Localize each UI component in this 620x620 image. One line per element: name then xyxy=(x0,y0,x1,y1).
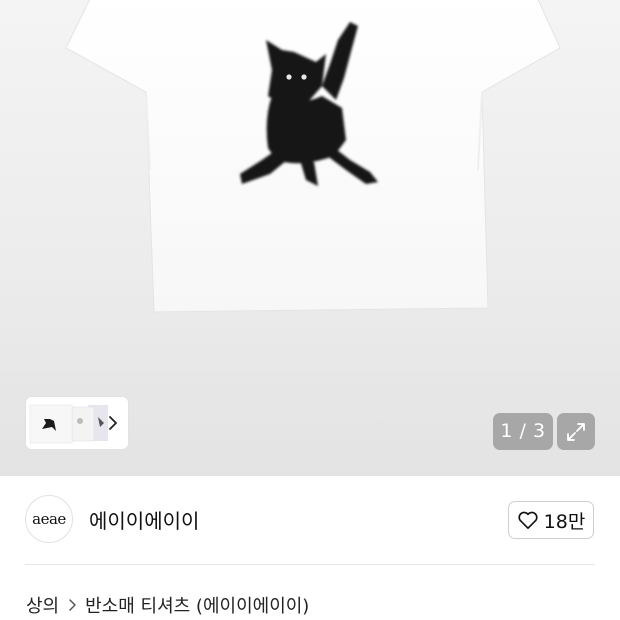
like-count: 18만 xyxy=(543,510,586,533)
thumbnail-strip[interactable] xyxy=(26,397,128,449)
chevron-right-icon xyxy=(69,599,76,611)
brand-logo[interactable]: aeae xyxy=(25,495,73,543)
product-image-gallery[interactable]: 1 / 3 xyxy=(0,0,620,476)
chevron-right-icon[interactable] xyxy=(106,413,120,433)
divider xyxy=(25,564,595,565)
brand-logo-text: aeae xyxy=(32,510,66,528)
brand-name[interactable]: 에이이에이이 xyxy=(89,505,199,534)
breadcrumb: 상의 반소매 티셔츠 (에이이에이이) xyxy=(26,592,309,618)
heart-outline-icon xyxy=(518,511,538,529)
brand-row: aeae 에이이에이이 18만 xyxy=(0,476,620,566)
expand-button[interactable] xyxy=(557,413,595,450)
breadcrumb-item-category[interactable]: 상의 xyxy=(26,592,59,618)
like-button[interactable]: 18만 xyxy=(508,501,594,539)
expand-icon xyxy=(567,422,585,441)
image-counter: 1 / 3 xyxy=(493,413,553,450)
breadcrumb-item-subcategory[interactable]: 반소매 티셔츠 (에이이에이이) xyxy=(85,592,309,618)
